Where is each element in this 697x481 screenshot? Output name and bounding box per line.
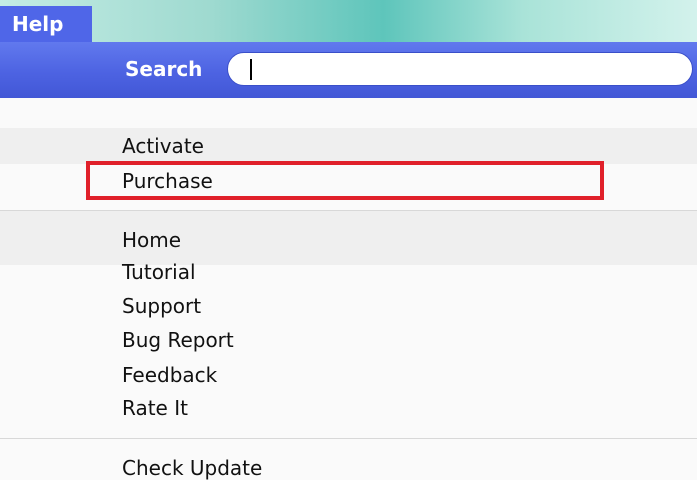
menu-item-tutorial[interactable]: Tutorial (122, 259, 196, 285)
background-row (0, 128, 697, 164)
search-input[interactable] (227, 52, 693, 86)
menu-item-rate-it[interactable]: Rate It (122, 395, 188, 421)
menu-separator (0, 438, 697, 439)
menu-bar (0, 0, 697, 42)
menu-item-feedback[interactable]: Feedback (122, 362, 217, 388)
search-label: Search (125, 57, 203, 81)
menu-separator (0, 210, 697, 211)
menu-item-check-update[interactable]: Check Update (122, 455, 262, 481)
text-caret (250, 59, 252, 80)
help-menu-title[interactable]: Help (0, 6, 92, 42)
menu-item-support[interactable]: Support (122, 293, 201, 319)
menu-item-bug-report[interactable]: Bug Report (122, 327, 234, 353)
menu-item-activate[interactable]: Activate (122, 133, 204, 159)
highlight-box (86, 161, 604, 200)
menu-item-home[interactable]: Home (122, 227, 181, 253)
background-row (0, 211, 697, 265)
